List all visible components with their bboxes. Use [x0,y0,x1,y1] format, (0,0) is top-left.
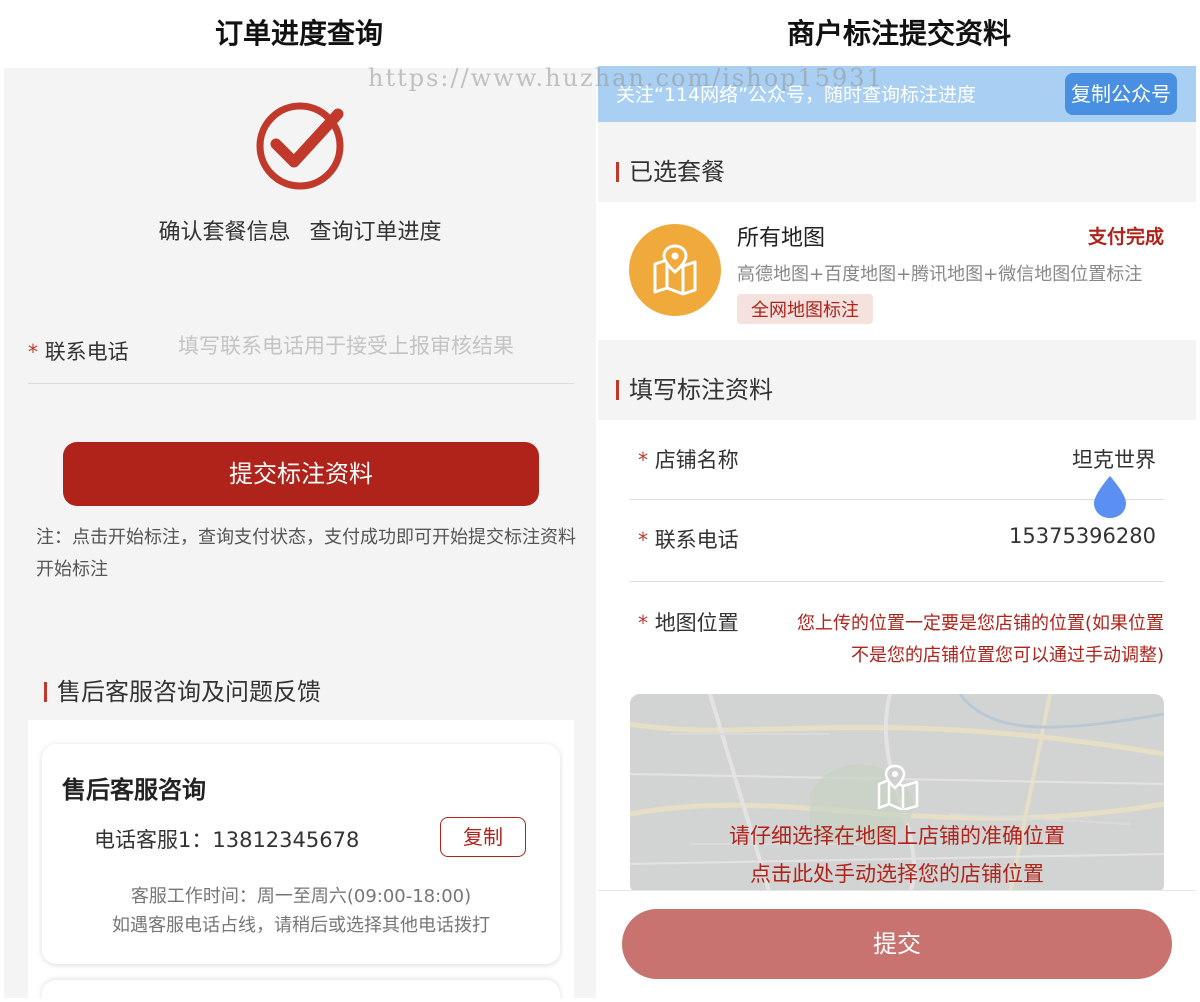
copy-official-account-button[interactable]: 复制公众号 [1065,73,1177,115]
service-phone-text: 电话客服1：13812345678 [94,828,360,852]
package-name: 所有地图 [737,226,826,251]
map-location-hint: 您上传的位置一定要是您店铺的位置(如果位置 不是您的店铺位置您可以通过手动调整) [796,613,1164,666]
watermark-text: https://www.huzhan.com/ishop15931 [368,64,884,92]
service-card-title: 售后客服咨询 [62,776,206,804]
order-progress-screen: 确认套餐信息 查询订单进度 * 联系电话 提交标注资料 注：点击开始标注，查询支… [4,68,596,998]
store-name-field[interactable]: 坦克世界 [1072,444,1156,474]
fill-info-section-title: 填写标注资料 [616,370,773,405]
required-mark: * [638,528,648,552]
payment-note: 注：点击开始标注，查询支付状态，支付成功即可开始提交标注资料开始标注 [36,527,576,580]
next-service-card-edge [42,980,560,998]
required-mark: * [638,448,648,472]
query-order-text: 查询订单进度 [309,220,442,245]
required-mark: * [28,340,38,364]
map-package-icon [629,224,721,316]
confirm-package-text: 确认套餐信息 [158,220,291,245]
contact-phone-row: * 联系电话 [28,334,574,384]
map-instruction-2: 点击此处手动选择您的店铺位置 [750,862,1044,886]
confirm-steps: 确认套餐信息 查询订单进度 [4,214,596,246]
payment-status-badge: 支付完成 [1087,226,1164,248]
map-instruction-1: 请仔细选择在地图上店铺的准确位置 [729,824,1065,848]
copy-phone-button[interactable]: 复制 [440,817,526,857]
section-bar [44,682,47,702]
map-location-icon [875,764,921,812]
check-circle-icon [254,100,346,192]
merchant-submit-screen: 关注“114网络”公众号，随时查询标注进度 复制公众号 已选套餐 所有地图 支付… [598,66,1196,998]
map-location-label: * 地图位置 [638,611,739,635]
text-cursor-handle-icon[interactable] [1092,474,1128,520]
contact-phone-field[interactable]: 15375396280 [1009,524,1156,548]
package-description: 高德地图+百度地图+腾讯地图+微信地图位置标注 [737,264,1143,285]
bottom-action-bar: 提交 [598,890,1196,998]
customer-service-card: 售后客服咨询 电话客服1：13812345678 复制 客服工作时间：周一至周六… [42,744,560,964]
contact-phone-input[interactable] [178,334,568,358]
section-bar [616,162,619,182]
package-card: 所有地图 支付完成 高德地图+百度地图+腾讯地图+微信地图位置标注 全网地图标注 [598,202,1196,340]
service-busy-tip: 如遇客服电话占线，请稍后或选择其他电话拨打 [112,915,490,936]
right-heading: 商户标注提交资料 [786,17,1011,50]
section-bar [616,380,619,400]
required-mark: * [638,611,648,635]
package-tag: 全网地图标注 [737,294,873,324]
after-sales-section-title: 售后客服咨询及问题反馈 [44,672,321,707]
store-name-label: * 店铺名称 [638,448,739,472]
selected-package-section-title: 已选套餐 [616,152,725,187]
map-picker[interactable]: 请仔细选择在地图上店铺的准确位置 点击此处手动选择您的店铺位置 [630,694,1164,894]
left-heading: 订单进度查询 [214,17,383,50]
submit-annotation-button[interactable]: 提交标注资料 [63,442,539,506]
contact-phone-label: * 联系电话 [28,340,129,364]
submit-button[interactable]: 提交 [622,909,1172,979]
store-name-row[interactable]: * 店铺名称 坦克世界 [630,420,1164,500]
contact-phone-row[interactable]: * 联系电话 15375396280 [630,500,1164,582]
contact-phone-label: * 联系电话 [638,528,739,552]
service-hours-text: 客服工作时间：周一至周六(09:00-18:00) [130,886,472,907]
